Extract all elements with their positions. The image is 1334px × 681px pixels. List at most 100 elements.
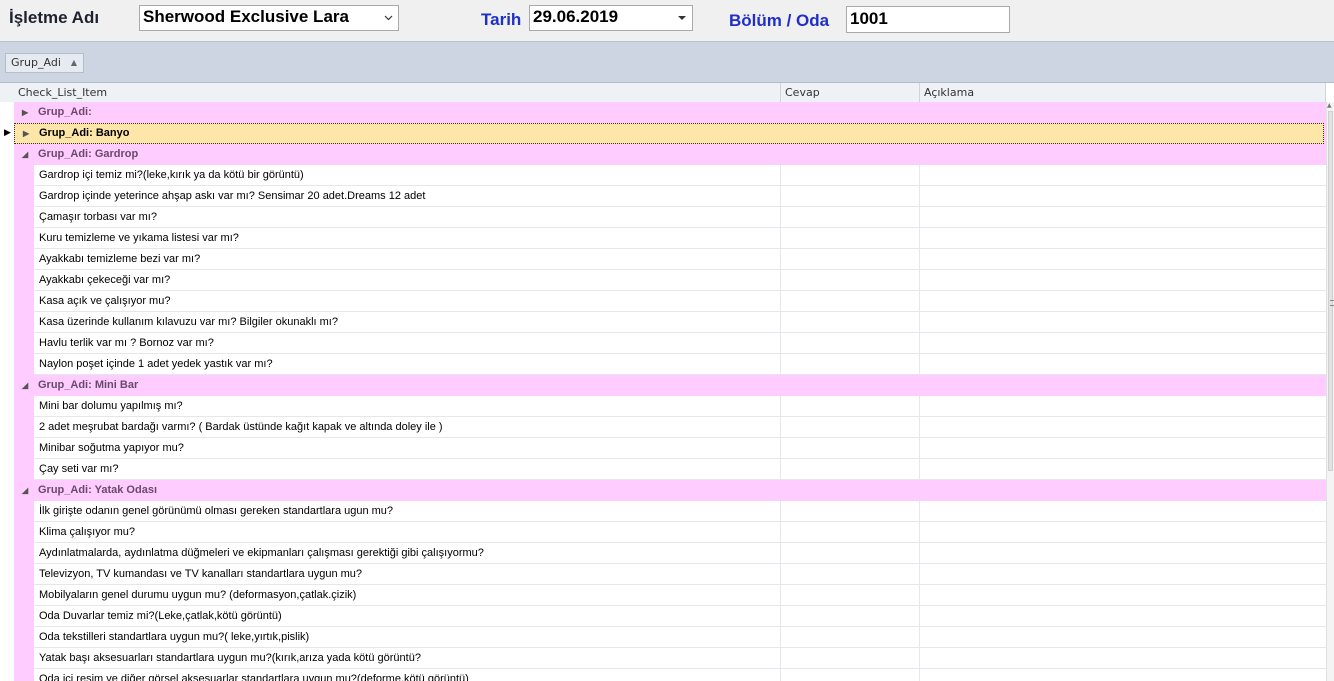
cell-cevap[interactable] [781, 165, 920, 186]
cell-check-list-item[interactable]: Oda içi resim ve diğer görsel aksesuarla… [34, 669, 781, 681]
row-indicator[interactable] [0, 144, 14, 165]
cell-aciklama[interactable] [920, 333, 1326, 354]
checklist-row[interactable]: Mobilyaların genel durumu uygun mu? (def… [0, 585, 1326, 606]
row-indicator[interactable] [0, 459, 14, 480]
checklist-row[interactable]: Kasa üzerinde kullanım kılavuzu var mı? … [0, 312, 1326, 333]
collapse-group-icon[interactable]: ◢ [22, 480, 28, 501]
row-indicator[interactable] [0, 648, 14, 669]
group-by-chip[interactable]: Grup_Adi ▲ [5, 53, 84, 73]
cell-check-list-item[interactable]: Oda Duvarlar temiz mi?(Leke,çatlak,kötü … [34, 606, 781, 627]
scroll-up-icon[interactable]: ▲ [1327, 102, 1332, 109]
group-row[interactable]: ▶ Grup_Adi: [0, 102, 1326, 123]
cell-aciklama[interactable] [920, 207, 1326, 228]
cell-cevap[interactable] [781, 249, 920, 270]
row-indicator[interactable] [0, 669, 14, 681]
checklist-row[interactable]: Aydınlatmalarda, aydınlatma düğmeleri ve… [0, 543, 1326, 564]
cell-cevap[interactable] [781, 417, 920, 438]
cell-aciklama[interactable] [920, 648, 1326, 669]
cell-aciklama[interactable] [920, 438, 1326, 459]
cell-check-list-item[interactable]: Kasa üzerinde kullanım kılavuzu var mı? … [34, 312, 781, 333]
cell-check-list-item[interactable]: 2 adet meşrubat bardağı varmı? ( Bardak … [34, 417, 781, 438]
cell-aciklama[interactable] [920, 228, 1326, 249]
checklist-row[interactable]: Minibar soğutma yapıyor mu? [0, 438, 1326, 459]
cell-cevap[interactable] [781, 501, 920, 522]
cell-cevap[interactable] [781, 585, 920, 606]
checklist-row[interactable]: Oda tekstilleri standartlara uygun mu?( … [0, 627, 1326, 648]
tarih-date-picker[interactable]: 29.06.2019 [529, 5, 693, 31]
checklist-row[interactable]: Havlu terlik var mı ? Bornoz var mı? [0, 333, 1326, 354]
checklist-row[interactable]: Mini bar dolumu yapılmış mı? [0, 396, 1326, 417]
cell-aciklama[interactable] [920, 627, 1326, 648]
row-indicator[interactable] [0, 270, 14, 291]
cell-cevap[interactable] [781, 543, 920, 564]
isletme-select[interactable]: Sherwood Exclusive Lara [139, 5, 399, 31]
row-indicator[interactable] [0, 627, 14, 648]
cell-aciklama[interactable] [920, 669, 1326, 681]
checklist-row[interactable]: Gardrop içi temiz mi?(leke,kırık ya da k… [0, 165, 1326, 186]
group-row[interactable]: ◢ Grup_Adi: Gardrop [0, 144, 1326, 165]
cell-cevap[interactable] [781, 396, 920, 417]
checklist-row[interactable]: Televizyon, TV kumandası ve TV kanalları… [0, 564, 1326, 585]
row-indicator[interactable] [0, 501, 14, 522]
group-row-content[interactable]: ◢ Grup_Adi: Yatak Odası [14, 480, 1324, 501]
cell-cevap[interactable] [781, 522, 920, 543]
cell-aciklama[interactable] [920, 354, 1326, 375]
cell-check-list-item[interactable]: Aydınlatmalarda, aydınlatma düğmeleri ve… [34, 543, 781, 564]
cell-aciklama[interactable] [920, 249, 1326, 270]
cell-check-list-item[interactable]: Yatak başı aksesuarları standartlara uyg… [34, 648, 781, 669]
column-header-item[interactable]: Check_List_Item [14, 83, 781, 102]
cell-check-list-item[interactable]: Televizyon, TV kumandası ve TV kanalları… [34, 564, 781, 585]
cell-aciklama[interactable] [920, 165, 1326, 186]
dropdown-arrow-icon[interactable] [676, 6, 688, 30]
cell-check-list-item[interactable]: Ayakkabı çekeceği var mı? [34, 270, 781, 291]
cell-check-list-item[interactable]: Mini bar dolumu yapılmış mı? [34, 396, 781, 417]
cell-cevap[interactable] [781, 333, 920, 354]
checklist-row[interactable]: Kasa açık ve çalışıyor mu? [0, 291, 1326, 312]
checklist-row[interactable]: Ayakkabı çekeceği var mı? [0, 270, 1326, 291]
checklist-row[interactable]: Gardrop içinde yeterince ahşap askı var … [0, 186, 1326, 207]
checklist-row[interactable]: İlk girişte odanın genel görünümü olması… [0, 501, 1326, 522]
cell-aciklama[interactable] [920, 396, 1326, 417]
cell-aciklama[interactable] [920, 291, 1326, 312]
cell-check-list-item[interactable]: Minibar soğutma yapıyor mu? [34, 438, 781, 459]
checklist-row[interactable]: Ayakkabı temizleme bezi var mı? [0, 249, 1326, 270]
group-row[interactable]: ◢ Grup_Adi: Mini Bar [0, 375, 1326, 396]
row-indicator[interactable] [0, 585, 14, 606]
cell-aciklama[interactable] [920, 186, 1326, 207]
cell-aciklama[interactable] [920, 585, 1326, 606]
cell-aciklama[interactable] [920, 270, 1326, 291]
row-indicator[interactable] [0, 312, 14, 333]
cell-aciklama[interactable] [920, 543, 1326, 564]
oda-input[interactable] [850, 9, 1000, 29]
cell-cevap[interactable] [781, 354, 920, 375]
cell-cevap[interactable] [781, 564, 920, 585]
collapse-group-icon[interactable]: ◢ [22, 375, 28, 396]
checklist-row[interactable]: Oda içi resim ve diğer görsel aksesuarla… [0, 669, 1326, 681]
row-indicator[interactable] [0, 606, 14, 627]
expand-group-icon[interactable]: ▶ [22, 102, 28, 123]
cell-cevap[interactable] [781, 627, 920, 648]
row-indicator[interactable] [0, 291, 14, 312]
cell-aciklama[interactable] [920, 312, 1326, 333]
row-indicator[interactable] [0, 564, 14, 585]
cell-cevap[interactable] [781, 207, 920, 228]
vertical-scrollbar[interactable]: ▲ [1326, 102, 1334, 681]
row-indicator[interactable]: ▶ [0, 123, 14, 144]
cell-aciklama[interactable] [920, 459, 1326, 480]
row-indicator[interactable] [0, 228, 14, 249]
row-indicator[interactable] [0, 102, 14, 123]
cell-check-list-item[interactable]: Mobilyaların genel durumu uygun mu? (def… [34, 585, 781, 606]
column-header-aciklama[interactable]: Açıklama [920, 83, 1326, 102]
row-indicator[interactable] [0, 438, 14, 459]
cell-check-list-item[interactable]: Kasa açık ve çalışıyor mu? [34, 291, 781, 312]
cell-check-list-item[interactable]: İlk girişte odanın genel görünümü olması… [34, 501, 781, 522]
row-indicator[interactable] [0, 375, 14, 396]
checklist-row[interactable]: Oda Duvarlar temiz mi?(Leke,çatlak,kötü … [0, 606, 1326, 627]
row-indicator[interactable] [0, 480, 14, 501]
checklist-row[interactable]: 2 adet meşrubat bardağı varmı? ( Bardak … [0, 417, 1326, 438]
cell-check-list-item[interactable]: Kuru temizleme ve yıkama listesi var mı? [34, 228, 781, 249]
cell-cevap[interactable] [781, 228, 920, 249]
group-row-content[interactable]: ▶ Grup_Adi: [14, 102, 1324, 123]
cell-check-list-item[interactable]: Havlu terlik var mı ? Bornoz var mı? [34, 333, 781, 354]
cell-aciklama[interactable] [920, 564, 1326, 585]
